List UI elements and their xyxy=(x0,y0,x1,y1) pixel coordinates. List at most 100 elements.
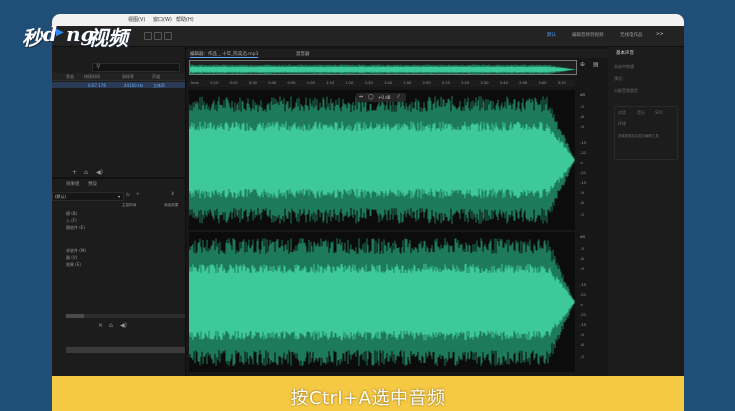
db-tick: -3 xyxy=(580,246,584,251)
volume-hud[interactable]: ⇔ ◯ +0 dB ⁄ xyxy=(356,93,406,102)
hint-text: 选择剪辑后将显示编辑工具 xyxy=(618,134,659,138)
speaker-icon-2[interactable]: ◀) xyxy=(120,322,127,329)
effect-slot-4[interactable]: 求软件 (M) xyxy=(66,248,86,254)
db-tick: -9 xyxy=(580,124,584,129)
ruler-tick: 1:30 xyxy=(364,81,373,85)
add-effect-icon[interactable]: + xyxy=(136,192,140,197)
speaker-icon[interactable]: ◀) xyxy=(96,169,103,176)
effects-title[interactable]: 效果组 xyxy=(66,181,80,187)
db-tick: -3 xyxy=(580,104,584,109)
workspace-default[interactable]: 默认 xyxy=(547,32,556,38)
col-duration[interactable]: 持续时间 xyxy=(84,74,100,80)
tab-mixer[interactable]: 混音器 xyxy=(296,51,310,57)
app-window: 视图(V) 窗口(W) 帮助(H) 默认 编辑音频到视频 无线电作品 >> ⚲ … xyxy=(52,14,684,382)
col-channels[interactable]: 声道 xyxy=(152,74,160,80)
audio-type-box: 对话 音乐 SFX 环境 选择剪辑后将显示编辑工具 xyxy=(614,106,678,160)
db-tick: -6 xyxy=(580,114,584,119)
effect-slot-3[interactable]: 随软件 (E) xyxy=(66,225,85,231)
brush-tool-icon[interactable] xyxy=(164,32,172,40)
ruler-tick: 0:50 xyxy=(287,81,296,85)
menu-window[interactable]: 窗口(W) xyxy=(153,16,172,23)
scrollbar-thumb[interactable] xyxy=(66,314,84,318)
folder-icon[interactable]: ⌂ xyxy=(84,169,88,176)
file-row[interactable]: 0:07.176 44100 Hz 立体声 xyxy=(52,82,185,88)
panel-title[interactable]: 基本声音 xyxy=(616,50,634,56)
logo-char-1: 秒 xyxy=(22,26,42,50)
ruler-tick: 1:10 xyxy=(326,81,335,85)
db-tick: -21 xyxy=(580,292,587,297)
power-icon[interactable]: ⏻ xyxy=(126,192,130,198)
ruler-tick: 0:20 xyxy=(229,81,238,85)
workspace-radio[interactable]: 无线电作品 xyxy=(620,32,643,38)
type-sfx[interactable]: SFX xyxy=(655,110,663,115)
zoom-icon[interactable]: ⊕ xyxy=(580,61,585,68)
toolbar: 默认 编辑音频到视频 无线电作品 >> xyxy=(52,26,684,47)
ruler-tick: 1:00 xyxy=(306,81,315,85)
db-tick: -21 xyxy=(580,170,587,175)
preset-dropdown[interactable]: (默认) ▾ xyxy=(52,192,124,201)
type-dialogue[interactable]: 对话 xyxy=(618,110,626,116)
no-clip-text: 未选中剪辑 xyxy=(614,64,634,69)
ruler-tick: 3:00 xyxy=(538,81,547,85)
db-tick: -15 xyxy=(580,322,587,327)
caption-text: 按Ctrl+A选中音频 xyxy=(290,388,446,409)
files-columns: 状态 持续时间 采样率 声道 xyxy=(52,73,185,81)
new-file-icon[interactable]: + xyxy=(72,169,77,176)
workspace-audio-to-video[interactable]: 编辑音频到视频 xyxy=(572,32,604,38)
move-tool-icon[interactable] xyxy=(144,32,152,40)
menu-help[interactable]: 帮助(H) xyxy=(176,16,194,23)
hud-knob-icon[interactable]: ◯ xyxy=(368,94,374,100)
editor-tabs: 编辑器：作品 _ 十年_陈奕迅.mp3 混音器 xyxy=(186,49,608,58)
type-ambience[interactable]: 环境 xyxy=(618,121,626,127)
tab-editor[interactable]: 编辑器：作品 _ 十年_陈奕迅.mp3 xyxy=(190,51,259,58)
hud-move-icon: ⇔ xyxy=(359,94,364,100)
waveform-body xyxy=(189,263,575,341)
time-ruler[interactable]: hms 0:10 0:20 0:30 0:40 0:50 1:00 1:10 1:20 1:30 1… xyxy=(189,80,575,87)
ruler-tick: 1:50 xyxy=(403,81,412,85)
razor-tool-icon[interactable] xyxy=(154,32,162,40)
workspace-overflow[interactable]: >> xyxy=(656,32,664,37)
files-search-input[interactable]: ⚲ xyxy=(92,63,180,72)
ruler-tick: 0:30 xyxy=(248,81,257,85)
effects-scrollbar[interactable] xyxy=(66,314,185,318)
db-tick: -9 xyxy=(580,190,584,195)
db-tick: -3 xyxy=(580,354,584,359)
channel-right[interactable] xyxy=(189,232,575,372)
db-tick: -9 xyxy=(580,332,584,337)
effect-slot-6[interactable]: 效果 (E) xyxy=(66,262,81,268)
presets-label: 预设 xyxy=(88,182,97,187)
folder-icon-2[interactable]: ⌂ xyxy=(109,322,113,329)
db-tick: -15 xyxy=(580,180,587,185)
waveform-editor: 编辑器：作品 _ 十年_陈奕迅.mp3 混音器 ⊕ ▤ hms 0:10 0:20 0… xyxy=(185,47,608,382)
db-tick: -15 xyxy=(580,140,587,145)
effect-slot-2[interactable]: 入 (F) xyxy=(66,218,77,224)
remove-icon[interactable]: × xyxy=(98,322,103,329)
overview-waveform[interactable] xyxy=(189,60,577,75)
col-sample-rate[interactable]: 采样率 xyxy=(122,74,134,80)
filter-icon[interactable]: ⊻ xyxy=(171,192,174,197)
add-effect-label: 添加效果 xyxy=(164,203,179,207)
channel-left[interactable] xyxy=(189,90,575,230)
ruler-tick: 0:10 xyxy=(210,81,219,85)
panel-divider xyxy=(52,177,185,179)
ruler-tick: 3:10 xyxy=(557,81,566,85)
ruler-tick: 0:40 xyxy=(268,81,277,85)
essential-sound-panel: 基本声音 未选中剪辑 预设： 分配音频类型 对话 音乐 SFX 环境 选择剪辑后… xyxy=(608,47,684,382)
hud-volume-value: +0 dB xyxy=(378,95,391,100)
chevron-down-icon: ▾ xyxy=(117,194,120,199)
col-status[interactable]: 状态 xyxy=(66,74,74,80)
brand-logo: 秒 d ▶ ng 视频 xyxy=(22,22,132,50)
effect-slot-5[interactable]: 器 (V) xyxy=(66,255,77,261)
ruler-tick: 2:40 xyxy=(499,81,508,85)
db-tick: -21 xyxy=(580,312,587,317)
logo-char-4: 视频 xyxy=(88,26,128,50)
effect-slot-1[interactable]: 模 (B) xyxy=(66,211,77,217)
file-duration: 0:07.176 xyxy=(88,83,106,88)
type-music[interactable]: 音乐 xyxy=(637,110,645,116)
hud-pin-icon[interactable]: ⁄ xyxy=(398,94,399,100)
db-tick: ∞ xyxy=(580,160,584,165)
db-tick: -15 xyxy=(580,282,587,287)
settings-icon[interactable]: ▤ xyxy=(593,61,599,68)
logo-play-icon: ▶ xyxy=(56,27,64,38)
db-tick: -3 xyxy=(580,212,584,217)
